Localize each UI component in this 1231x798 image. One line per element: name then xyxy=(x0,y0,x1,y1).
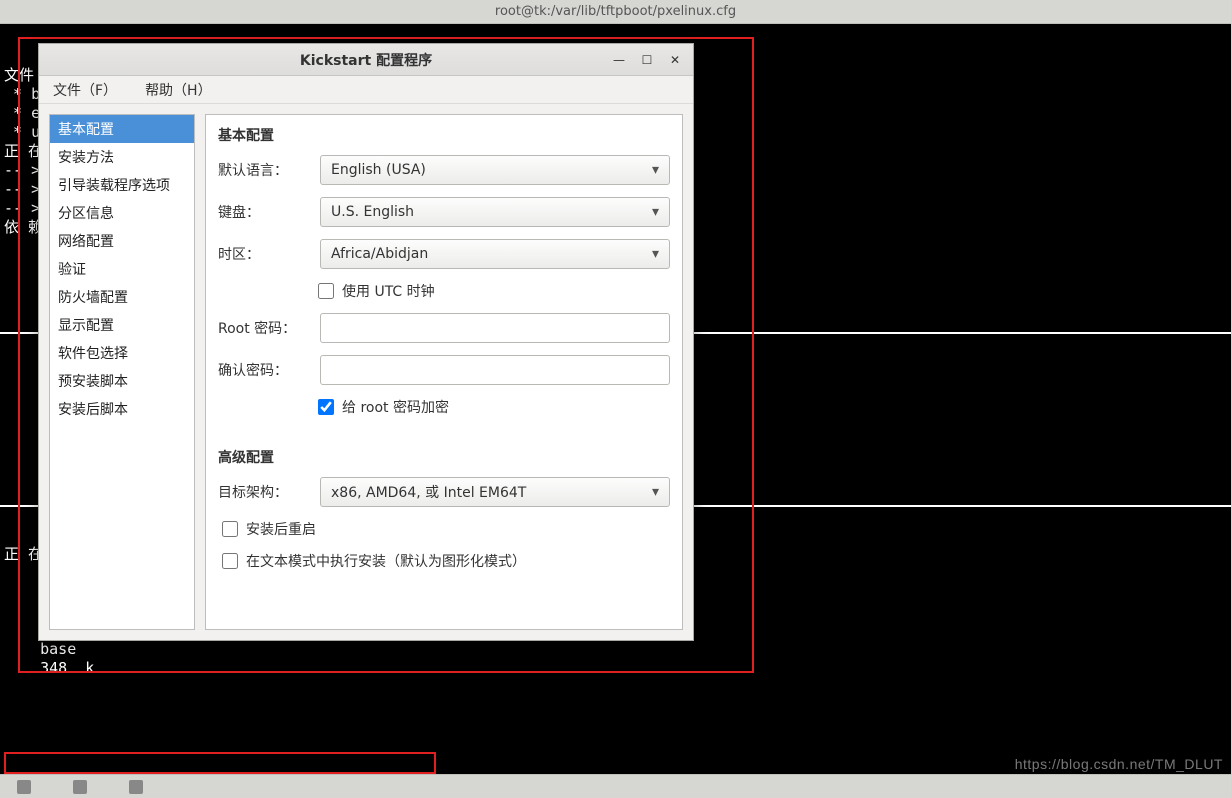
label-target-arch: 目标架构： xyxy=(218,482,308,502)
label-textmode: 在文本模式中执行安装（默认为图形化模式） xyxy=(246,551,526,571)
label-root-password: Root 密码： xyxy=(218,318,308,338)
task-kickstart[interactable] xyxy=(8,778,40,796)
task-kickstart-2[interactable] xyxy=(120,778,152,796)
sidebar-item[interactable]: 防火墙配置 xyxy=(50,283,194,311)
combo-value: English (USA) xyxy=(331,162,426,178)
checkbox-utc[interactable] xyxy=(318,283,334,299)
desktop-window-title: root@tk:/var/lib/tftpboot/pxelinux.cfg xyxy=(0,0,1231,24)
sidebar-item[interactable]: 基本配置 xyxy=(50,115,194,143)
minimize-button[interactable]: — xyxy=(611,52,627,68)
label-confirm-password: 确认密码： xyxy=(218,360,308,380)
combo-timezone[interactable]: Africa/Abidjan xyxy=(320,239,670,269)
sidebar: 基本配置安装方法引导装载程序选项分区信息网络配置验证防火墙配置显示配置软件包选择… xyxy=(49,114,195,630)
label-encrypt-root: 给 root 密码加密 xyxy=(342,397,449,417)
app-icon xyxy=(129,780,143,794)
combo-default-language[interactable]: English (USA) xyxy=(320,155,670,185)
combo-value: U.S. English xyxy=(331,204,414,220)
sidebar-item[interactable]: 显示配置 xyxy=(50,311,194,339)
sidebar-item[interactable]: 网络配置 xyxy=(50,227,194,255)
watermark: https://blog.csdn.net/TM_DLUT xyxy=(1015,756,1223,772)
checkbox-reboot[interactable] xyxy=(222,521,238,537)
taskbar xyxy=(0,774,1231,798)
input-root-password[interactable] xyxy=(320,313,670,343)
kickstart-dialog: Kickstart 配置程序 — ☐ ✕ 文件（F） 帮助（H） 基本配置安装方… xyxy=(38,43,694,641)
label-default-language: 默认语言： xyxy=(218,160,308,180)
app-icon xyxy=(17,780,31,794)
dialog-titlebar[interactable]: Kickstart 配置程序 — ☐ ✕ xyxy=(39,44,693,76)
sidebar-item[interactable]: 验证 xyxy=(50,255,194,283)
input-confirm-password[interactable] xyxy=(320,355,670,385)
label-timezone: 时区： xyxy=(218,244,308,264)
menu-help[interactable]: 帮助（H） xyxy=(139,78,218,102)
combo-value: Africa/Abidjan xyxy=(331,246,428,262)
label-reboot: 安装后重启 xyxy=(246,519,316,539)
dialog-menubar: 文件（F） 帮助（H） xyxy=(39,76,693,104)
task-terminal[interactable] xyxy=(64,778,96,796)
combo-keyboard[interactable]: U.S. English xyxy=(320,197,670,227)
checkbox-textmode[interactable] xyxy=(222,553,238,569)
sidebar-item[interactable]: 软件包选择 xyxy=(50,339,194,367)
dialog-title: Kickstart 配置程序 xyxy=(39,50,693,70)
sidebar-item[interactable]: 安装后脚本 xyxy=(50,395,194,423)
sidebar-item[interactable]: 分区信息 xyxy=(50,199,194,227)
maximize-button[interactable]: ☐ xyxy=(639,52,655,68)
menu-file[interactable]: 文件（F） xyxy=(47,78,123,102)
sidebar-item[interactable]: 安装方法 xyxy=(50,143,194,171)
content-panel: 基本配置 默认语言： English (USA) 键盘： U.S. Englis… xyxy=(205,114,683,630)
terminal-icon xyxy=(73,780,87,794)
label-keyboard: 键盘： xyxy=(218,202,308,222)
section-advanced-title: 高级配置 xyxy=(218,447,670,467)
close-button[interactable]: ✕ xyxy=(667,52,683,68)
checkbox-encrypt-root[interactable] xyxy=(318,399,334,415)
sidebar-item[interactable]: 引导装载程序选项 xyxy=(50,171,194,199)
sidebar-item[interactable]: 预安装脚本 xyxy=(50,367,194,395)
combo-value: x86, AMD64, 或 Intel EM64T xyxy=(331,482,526,502)
section-basic-title: 基本配置 xyxy=(218,125,670,145)
label-utc: 使用 UTC 时钟 xyxy=(342,281,435,301)
combo-target-arch[interactable]: x86, AMD64, 或 Intel EM64T xyxy=(320,477,670,507)
